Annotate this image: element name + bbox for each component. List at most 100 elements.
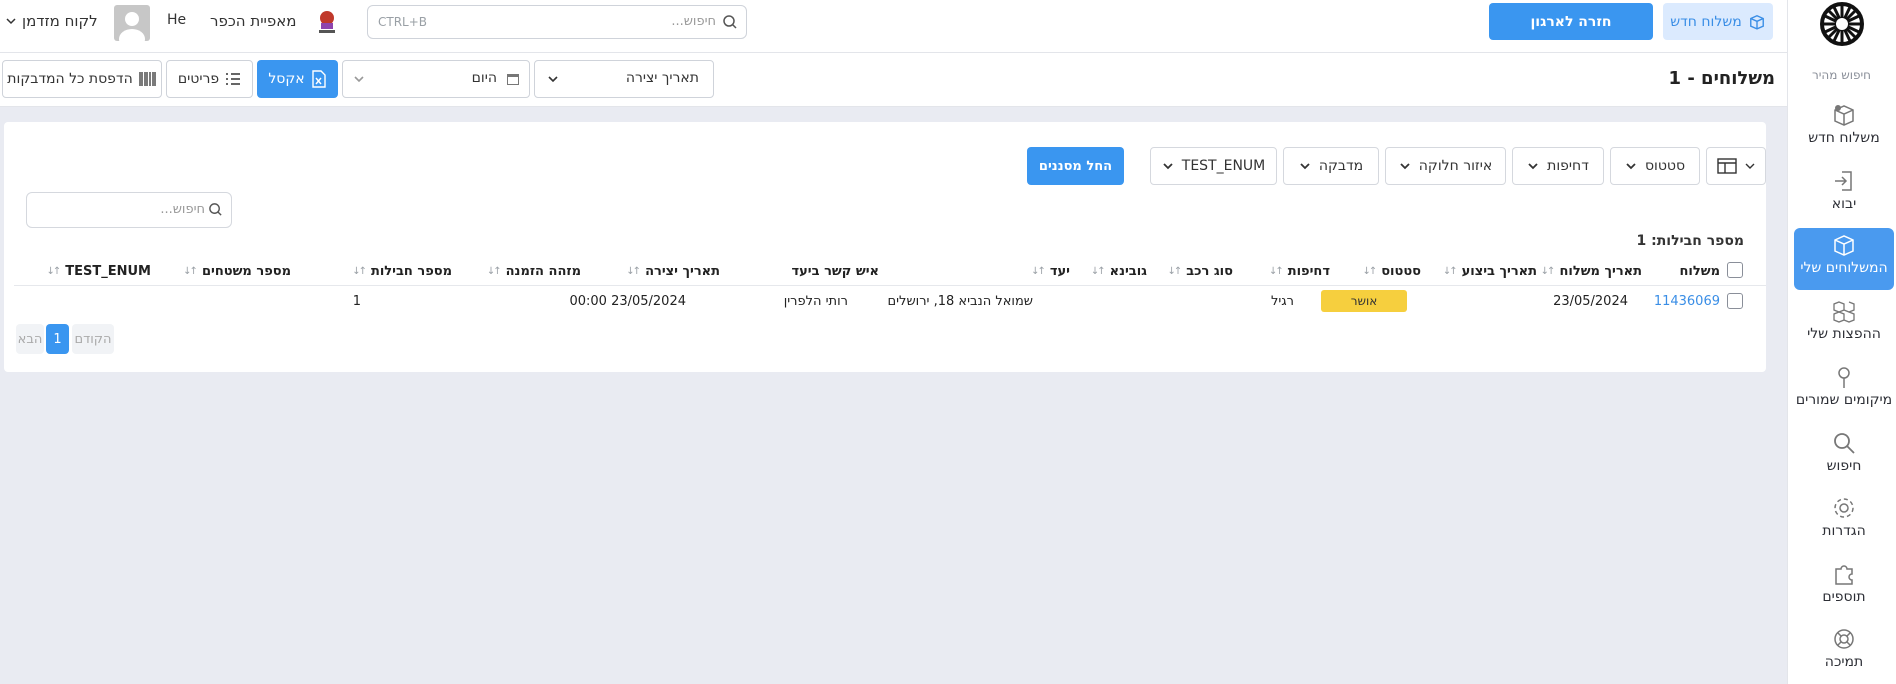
column-header-label: מספר חבילות bbox=[370, 264, 452, 279]
quick-search-label[interactable]: חיפוש מהיר bbox=[1787, 68, 1896, 82]
sidebar-item-import[interactable]: יבוא bbox=[1794, 164, 1894, 226]
excel-label: אקסל bbox=[268, 71, 305, 87]
pagination-next[interactable]: הבא bbox=[16, 324, 44, 354]
logo-icon[interactable] bbox=[1820, 2, 1864, 46]
new-shipment-button[interactable]: משלוח חדש bbox=[1663, 3, 1773, 40]
column-header-label: איש קשר ביעד bbox=[791, 264, 879, 279]
cell-shipment-date: 23/05/2024 bbox=[1553, 294, 1628, 309]
sort-icon: ↑↓ bbox=[1167, 266, 1182, 277]
business-logo-icon bbox=[313, 8, 341, 36]
chevron-down-icon bbox=[1163, 163, 1173, 170]
print-all-labels-button[interactable]: הדפסת כל המדבקות bbox=[2, 60, 162, 98]
page-title: משלוחים - 1 bbox=[1668, 68, 1775, 89]
column-header-label: יעד bbox=[1049, 264, 1070, 279]
filter-sticker[interactable]: מדבקה bbox=[1283, 147, 1379, 185]
column-header-test-enum[interactable]: TEST_ENUM ↑↓ bbox=[47, 264, 152, 279]
filter-test-enum-label: TEST_ENUM bbox=[1181, 158, 1266, 174]
date-field-select[interactable]: תאריך יצירה bbox=[534, 60, 714, 98]
puzzle-icon bbox=[1835, 565, 1853, 585]
table-search-input[interactable]: חיפוש... bbox=[26, 192, 232, 228]
columns-icon bbox=[1717, 158, 1737, 174]
lifebuoy-icon bbox=[1834, 629, 1854, 649]
search-icon bbox=[1834, 433, 1855, 454]
column-header-contact[interactable]: איש קשר ביעד bbox=[791, 264, 879, 279]
sort-icon: ↑↓ bbox=[1268, 266, 1284, 277]
packages-count: מספר חבילות: 1 bbox=[1636, 233, 1745, 249]
column-header-label: דחיפות bbox=[1287, 264, 1330, 279]
column-header-created[interactable]: תאריך יצירה ↑↓ bbox=[626, 264, 720, 279]
column-header-status[interactable]: סטטוס ↑↓ bbox=[1362, 264, 1421, 279]
column-header-shipment-date[interactable]: תאריך משלוח ↑↓ bbox=[1541, 264, 1642, 279]
chevron-down-icon bbox=[1745, 163, 1755, 169]
column-header-label: תאריך יצירה bbox=[645, 264, 720, 279]
items-label: פריטים bbox=[177, 71, 220, 87]
items-button[interactable]: פריטים bbox=[166, 60, 253, 98]
column-header-label: תאריך ביצוע bbox=[1461, 264, 1537, 279]
sidebar-item-new-shipment[interactable]: משלוח חדש bbox=[1794, 98, 1894, 160]
business-name[interactable]: מאפיית הכפר bbox=[210, 12, 296, 30]
excel-icon bbox=[311, 70, 326, 88]
row-checkbox[interactable] bbox=[1727, 293, 1743, 309]
filter-urgency-label: דחיפות bbox=[1547, 158, 1589, 174]
chevron-down-icon bbox=[1528, 163, 1538, 170]
column-header-destination[interactable]: יעד ↑↓ bbox=[1031, 264, 1070, 279]
column-header-label: משלוח bbox=[1679, 264, 1720, 279]
search-placeholder: חיפוש... bbox=[671, 14, 716, 29]
sort-icon: ↑↓ bbox=[1442, 266, 1458, 277]
date-range-select[interactable]: היום bbox=[342, 60, 530, 98]
top-search-input[interactable]: חיפוש... CTRL+B bbox=[367, 5, 747, 39]
excel-export-button[interactable]: אקסל bbox=[257, 60, 338, 98]
filter-zone[interactable]: איזור חלוקה bbox=[1385, 147, 1506, 185]
topbar: משלוח חדש חזרה לארגון חיפוש... CTRL+B מא… bbox=[0, 0, 1787, 53]
search-shortcut: CTRL+B bbox=[378, 15, 428, 29]
column-header-label: תאריך משלוח bbox=[1559, 264, 1642, 279]
cell-urgency: רגיל bbox=[1271, 294, 1294, 309]
column-header-gubina[interactable]: גובינא ↑↓ bbox=[1091, 264, 1147, 279]
language-toggle[interactable]: He bbox=[167, 12, 186, 28]
sort-icon: ↑↓ bbox=[1031, 266, 1046, 277]
sidebar: חיפוש מהיר משלוח חדש יבוא המשלוחים שלי ה… bbox=[1787, 0, 1896, 684]
sidebar-item-search[interactable]: חיפוש bbox=[1794, 426, 1894, 488]
sidebar-item-label: המשלוחים שלי bbox=[1800, 260, 1888, 276]
sort-icon: ↑↓ bbox=[486, 266, 502, 277]
column-header-vehicle[interactable]: סוג רכב ↑↓ bbox=[1167, 264, 1233, 279]
apply-filters-button[interactable]: החל מסננים bbox=[1027, 147, 1124, 185]
avatar[interactable] bbox=[114, 5, 150, 41]
shipment-link[interactable]: 11436069 bbox=[1654, 294, 1720, 309]
column-header-label: סוג רכב bbox=[1186, 264, 1233, 279]
user-name: לקוח מזדמן bbox=[22, 12, 98, 30]
column-header-urgency[interactable]: דחיפות ↑↓ bbox=[1269, 264, 1330, 279]
sidebar-item-support[interactable]: תמיכה bbox=[1794, 622, 1894, 684]
column-header-label: מספר משטחים bbox=[201, 264, 291, 279]
sidebar-item-addons[interactable]: תוספים bbox=[1794, 557, 1894, 619]
column-header-packages[interactable]: מספר חבילות ↑↓ bbox=[352, 264, 452, 279]
column-header-label: TEST_ENUM bbox=[65, 264, 151, 279]
column-header-execution-date[interactable]: תאריך ביצוע ↑↓ bbox=[1443, 264, 1537, 279]
barcode-icon bbox=[139, 72, 156, 86]
filter-sticker-label: מדבקה bbox=[1318, 158, 1364, 174]
list-icon bbox=[226, 73, 241, 85]
date-field-value: תאריך יצירה bbox=[625, 70, 699, 86]
filter-test-enum[interactable]: TEST_ENUM bbox=[1150, 147, 1277, 185]
pagination-prev[interactable]: הקודם bbox=[72, 324, 114, 354]
search-icon bbox=[723, 15, 737, 29]
new-shipment-label: משלוח חדש bbox=[1670, 13, 1742, 30]
filter-status[interactable]: סטטוס bbox=[1610, 147, 1700, 185]
sidebar-item-settings[interactable]: הגדרות bbox=[1794, 491, 1894, 553]
sidebar-item-distributions[interactable]: ההפצות שלי bbox=[1794, 294, 1894, 356]
sort-icon: ↑↓ bbox=[1540, 266, 1556, 277]
user-menu[interactable]: לקוח מזדמן bbox=[6, 12, 98, 30]
status-badge: אושר bbox=[1321, 290, 1407, 312]
columns-toggle-button[interactable] bbox=[1706, 147, 1766, 185]
filter-urgency[interactable]: דחיפות bbox=[1512, 147, 1604, 185]
column-header-shipment[interactable]: משלוח bbox=[1679, 264, 1720, 279]
column-header-order-id[interactable]: מזהה הזמנה ↑↓ bbox=[487, 264, 581, 279]
sidebar-item-saved-locations[interactable]: מיקומים שמורים bbox=[1794, 360, 1894, 422]
table-divider bbox=[14, 285, 1766, 286]
sidebar-item-my-shipments[interactable]: המשלוחים שלי bbox=[1794, 228, 1894, 290]
pagination-page[interactable]: 1 bbox=[46, 324, 69, 354]
filter-zone-label: איזור חלוקה bbox=[1418, 158, 1493, 174]
back-to-org-button[interactable]: חזרה לארגון bbox=[1489, 3, 1653, 40]
select-all-checkbox[interactable] bbox=[1727, 262, 1743, 278]
column-header-pallets[interactable]: מספר משטחים ↑↓ bbox=[183, 264, 291, 279]
